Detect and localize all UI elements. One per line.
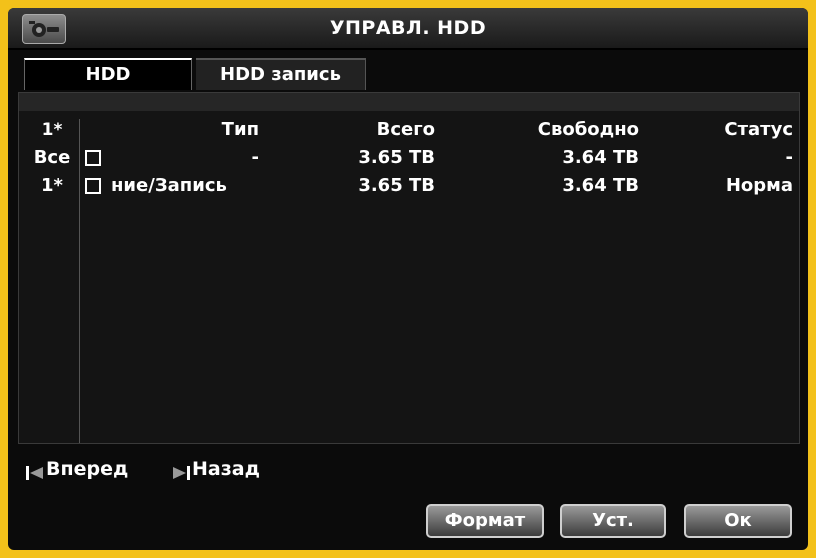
row-status: - bbox=[785, 147, 793, 168]
row-total: 3.65 TB bbox=[358, 175, 435, 196]
skip-forward-icon bbox=[172, 463, 190, 480]
tab-hdd-record[interactable]: HDD запись bbox=[196, 58, 366, 90]
row-status: Норма bbox=[725, 175, 793, 196]
row-index: Все bbox=[33, 147, 71, 168]
prev-page-button[interactable]: Вперед bbox=[26, 458, 128, 480]
table-row[interactable]: 1* ние/Запись 3.65 TB 3.64 TB Норма bbox=[19, 173, 799, 199]
table-header: 1* Тип Всего Свободно Статус bbox=[19, 117, 799, 143]
row-checkbox[interactable] bbox=[85, 178, 101, 194]
header-type: Тип bbox=[221, 119, 259, 140]
hdd-table: 1* Тип Всего Свободно Статус Все - 3.65 … bbox=[18, 92, 800, 444]
ok-button[interactable]: Ок bbox=[684, 504, 792, 538]
header-free: Свободно bbox=[537, 119, 639, 140]
header-total: Всего bbox=[376, 119, 435, 140]
set-button[interactable]: Уст. bbox=[560, 504, 666, 538]
window-title: УПРАВЛ. HDD bbox=[329, 17, 487, 39]
tab-hdd[interactable]: HDD bbox=[24, 58, 192, 90]
next-page-button[interactable]: Назад bbox=[172, 458, 260, 480]
row-free: 3.64 TB bbox=[562, 175, 639, 196]
next-page-label: Назад bbox=[192, 458, 260, 480]
table-band bbox=[19, 93, 799, 111]
table-row[interactable]: Все - 3.65 TB 3.64 TB - bbox=[19, 145, 799, 171]
row-type: ние/Запись bbox=[111, 175, 227, 196]
title-bar: УПРАВЛ. HDD bbox=[8, 8, 808, 50]
row-index: 1* bbox=[41, 175, 63, 196]
row-type: - bbox=[251, 147, 259, 168]
row-free: 3.64 TB bbox=[562, 147, 639, 168]
skip-back-icon bbox=[26, 463, 44, 480]
row-total: 3.65 TB bbox=[358, 147, 435, 168]
prev-page-label: Вперед bbox=[46, 458, 129, 480]
header-status: Статус bbox=[724, 119, 793, 140]
format-button[interactable]: Формат bbox=[426, 504, 544, 538]
header-index: 1* bbox=[41, 120, 63, 140]
